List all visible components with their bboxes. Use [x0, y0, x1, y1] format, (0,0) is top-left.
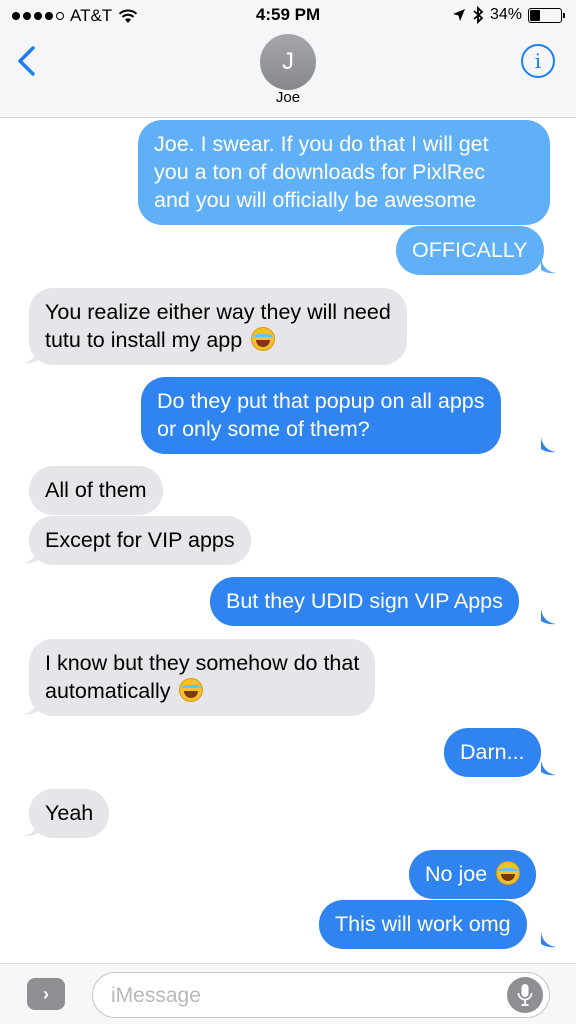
message-line: All of them [45, 478, 147, 502]
info-button[interactable]: i [521, 44, 555, 78]
status-right-group: 34% [452, 6, 565, 24]
chevron-left-icon [18, 46, 35, 76]
message-line: Darn... [460, 740, 525, 764]
expand-apps-button[interactable]: › [27, 978, 65, 1010]
tears-of-joy-emoji-icon [179, 678, 204, 702]
message-line: and you will officially be awesome [154, 188, 477, 212]
message-line: No joe [425, 860, 521, 888]
message-line: OFFICALLY [412, 238, 528, 262]
message-bubble-outgoing[interactable]: But they UDID sign VIP Apps [210, 577, 519, 626]
bubble-tail [541, 932, 556, 948]
bluetooth-icon [473, 6, 484, 24]
message-bubble-outgoing[interactable]: Darn... [444, 728, 541, 777]
message-bubble-incoming[interactable]: I know but they somehow do that automati… [29, 639, 376, 716]
bubble-tail [541, 258, 556, 274]
bubble-tail [23, 348, 38, 364]
message-bubble-outgoing[interactable]: Do they put that popup on all apps or on… [141, 377, 501, 454]
message-line: or only some of them? [157, 417, 370, 441]
message-line: Joe. I swear. If you do that I will get [154, 132, 489, 156]
message-bubble-outgoing[interactable]: No joe [409, 850, 537, 899]
message-input[interactable] [111, 982, 491, 1010]
message-line: Do they put that popup on all apps [157, 389, 485, 413]
bubble-tail [23, 548, 38, 564]
location-arrow-icon [452, 9, 465, 21]
message-line: automatically [45, 677, 359, 705]
bubble-tail [541, 609, 556, 625]
battery-fill [530, 9, 541, 21]
battery-percent: 34% [489, 6, 522, 23]
microphone-icon [517, 984, 533, 1006]
back-button[interactable] [14, 44, 44, 78]
conversation-header: J Joe i [0, 34, 576, 118]
message-line: tutu to install my app [45, 326, 391, 354]
message-line: I know but they somehow do that [45, 651, 360, 675]
message-line: You realize either way they will need [45, 300, 391, 324]
contact-name[interactable]: Joe [0, 89, 576, 106]
message-field[interactable] [92, 972, 550, 1018]
battery-icon [528, 7, 565, 23]
message-bubble-incoming[interactable]: You realize either way they will need tu… [29, 288, 407, 365]
message-bubble-outgoing[interactable]: Joe. I swear. If you do that I will get … [138, 120, 550, 225]
compose-bar: › [0, 963, 576, 1024]
bubble-tail [23, 821, 38, 837]
message-bubble-incoming[interactable]: All of them [29, 466, 163, 515]
message-line: you a ton of downloads for PixlRec [154, 160, 486, 184]
contact-avatar[interactable]: J [260, 34, 316, 90]
message-line: This will work omg [335, 912, 511, 936]
message-bubble-incoming[interactable]: Yeah [29, 789, 110, 838]
status-bar: AT&T 4:59 PM 34% [0, 0, 576, 34]
message-bubble-incoming[interactable]: Except for VIP apps [29, 516, 251, 565]
tears-of-joy-emoji-icon [496, 861, 521, 885]
tears-of-joy-emoji-icon [251, 327, 276, 351]
message-bubble-outgoing[interactable]: OFFICALLY [396, 226, 544, 275]
bubble-tail [23, 699, 38, 715]
bubble-tail [541, 437, 556, 453]
message-bubble-outgoing[interactable]: This will work omg [319, 900, 527, 949]
message-line: Yeah [45, 801, 94, 825]
bubble-tail [541, 760, 556, 776]
message-line: Except for VIP apps [45, 528, 235, 552]
message-line: But they UDID sign VIP Apps [226, 589, 503, 613]
dictation-button[interactable] [507, 977, 543, 1013]
